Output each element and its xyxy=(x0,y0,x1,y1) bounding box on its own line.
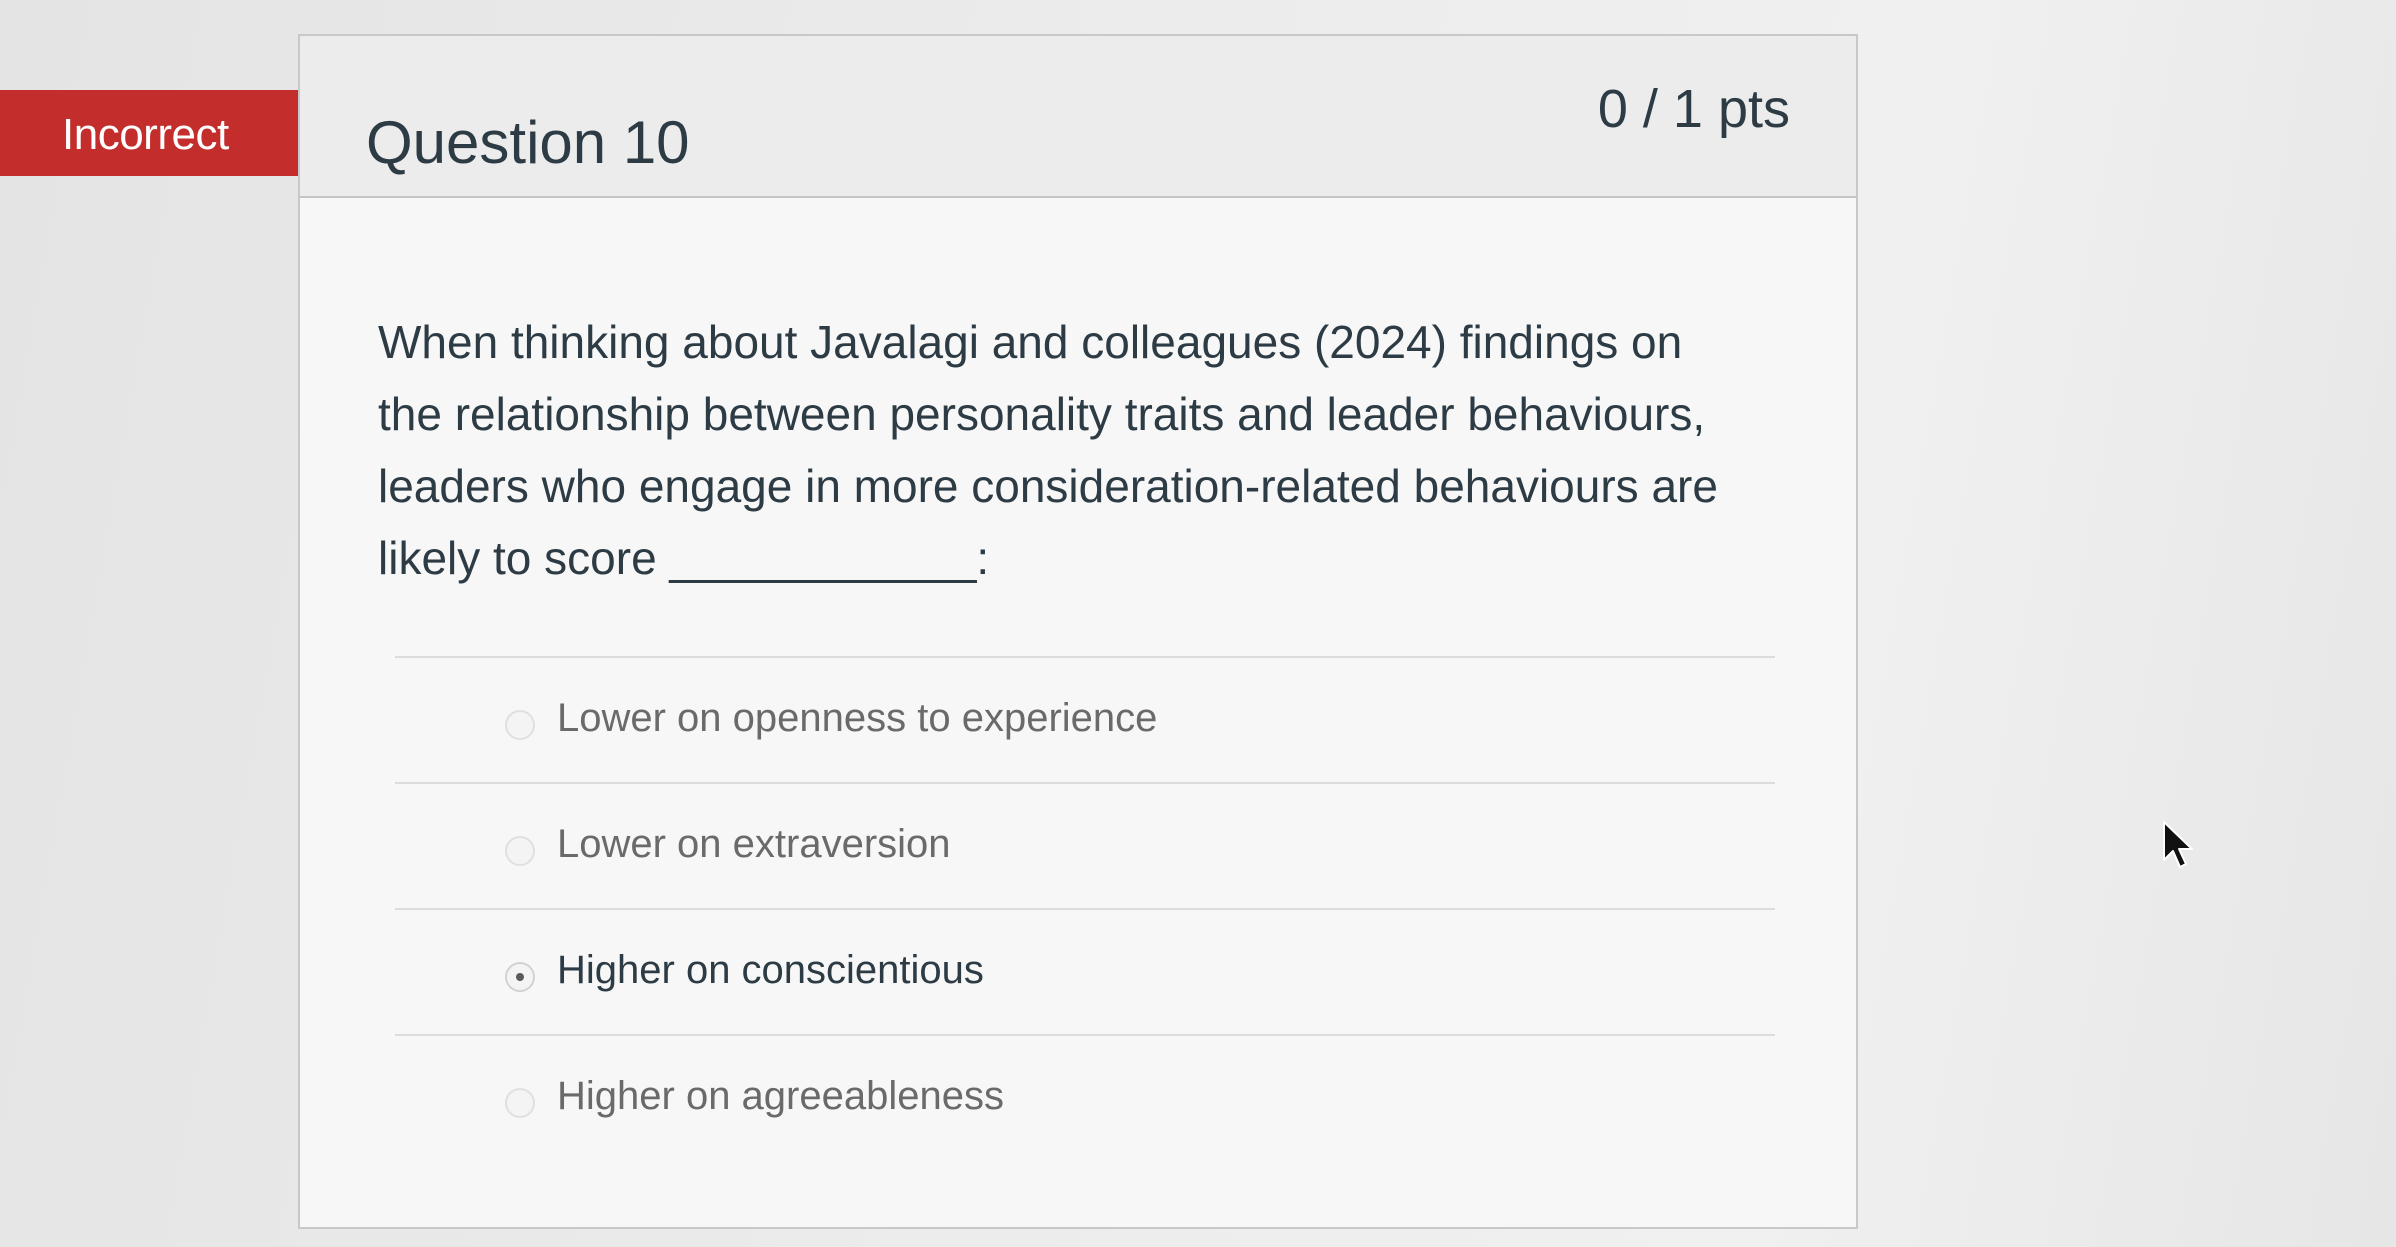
answer-option-selected[interactable]: Higher on conscientious xyxy=(395,908,1775,1034)
question-card: Question 10 0 / 1 pts When thinking abou… xyxy=(298,34,1858,1229)
question-title: Question 10 xyxy=(366,109,690,176)
answer-option[interactable]: Higher on agreeableness xyxy=(395,1034,1775,1160)
mouse-pointer-icon xyxy=(2163,821,2193,868)
radio-button-selected[interactable] xyxy=(505,962,535,992)
radio-button[interactable] xyxy=(505,1088,535,1118)
question-points: 0 / 1 pts xyxy=(1597,79,1790,139)
radio-button[interactable] xyxy=(505,836,535,866)
radio-button[interactable] xyxy=(505,710,535,740)
question-text: When thinking about Javalagi and colleag… xyxy=(378,316,1718,584)
answer-label: Lower on openness to experience xyxy=(557,696,1158,740)
question-header: Question 10 0 / 1 pts xyxy=(300,36,1856,198)
answer-list: Lower on openness to experience Lower on… xyxy=(395,656,1775,1160)
answer-label: Lower on extraversion xyxy=(557,822,951,866)
answer-option[interactable]: Lower on openness to experience xyxy=(395,656,1775,782)
answer-label: Higher on agreeableness xyxy=(557,1074,1004,1118)
answer-label: Higher on conscientious xyxy=(557,948,984,992)
status-label: Incorrect xyxy=(62,110,229,159)
answer-option[interactable]: Lower on extraversion xyxy=(395,782,1775,908)
